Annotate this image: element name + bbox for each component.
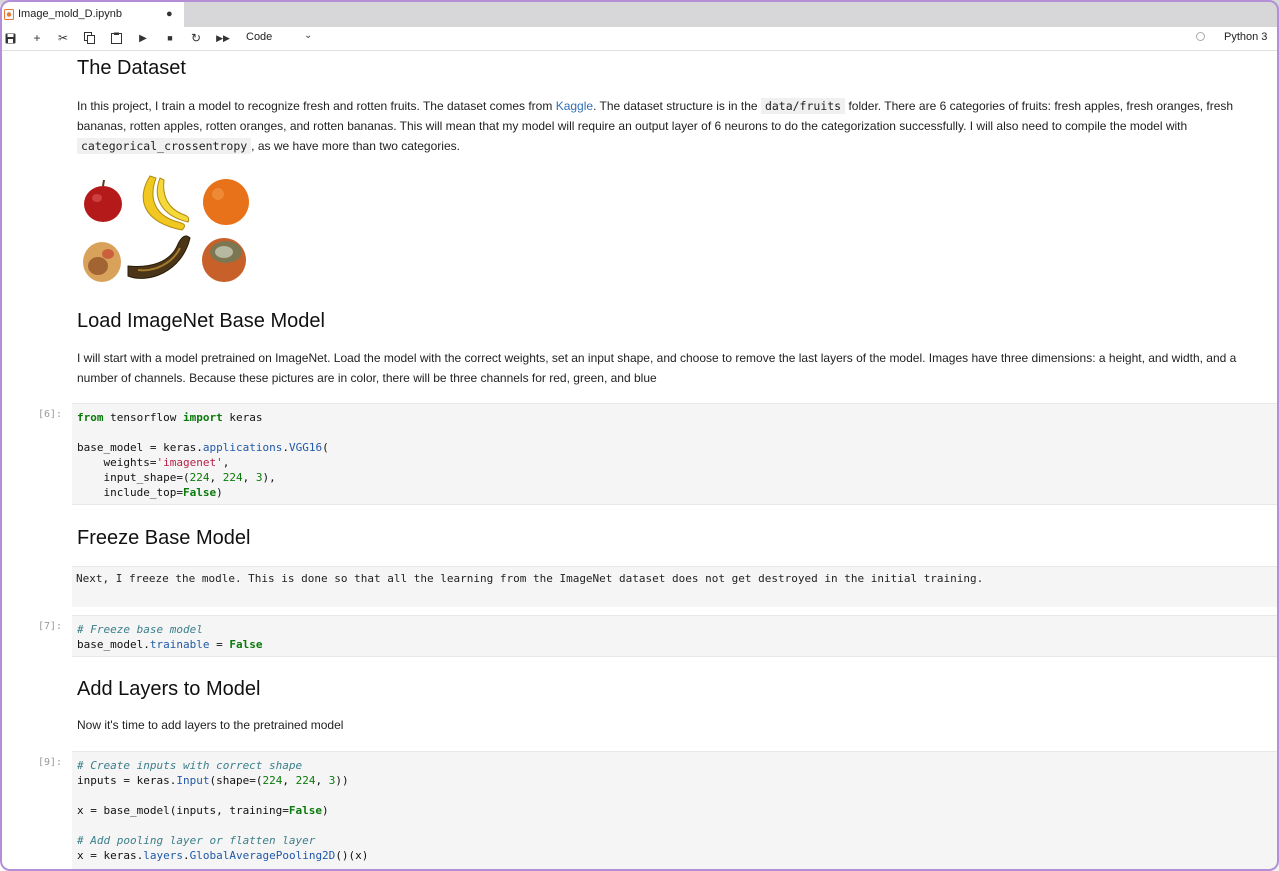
code-cell-load-model[interactable]: from tensorflow import keras base_model … xyxy=(72,403,1279,505)
dataset-paragraph: In this project, I train a model to reco… xyxy=(77,96,1257,156)
load-model-paragraph: I will start with a model pretrained on … xyxy=(77,351,1237,385)
rotten-apple-icon xyxy=(83,242,121,282)
rotten-orange-icon xyxy=(202,238,246,282)
fresh-orange-icon xyxy=(203,179,249,225)
fresh-banana-icon xyxy=(142,175,190,231)
cut-icon[interactable]: ✂ xyxy=(55,30,71,46)
cell-prompt: [9]: xyxy=(38,757,63,768)
tab-bar: Image_mold_D.ipynb ● xyxy=(0,0,1279,27)
fruits-image xyxy=(83,175,249,282)
kernel-status-icon xyxy=(1196,32,1205,41)
text-span: In this project, I train a model to reco… xyxy=(77,99,556,113)
heading-add-layers: Add Layers to Model xyxy=(77,678,261,700)
cell-prompt: [7]: xyxy=(38,621,63,632)
tab-title: Image_mold_D.ipynb xyxy=(18,8,122,20)
chevron-down-icon[interactable]: ⌄ xyxy=(304,30,312,41)
add-layers-paragraph: Now it's time to add layers to the pretr… xyxy=(77,718,344,732)
stop-icon[interactable]: ■ xyxy=(162,30,178,46)
code-cell-freeze[interactable]: # Freeze base model base_model.trainable… xyxy=(72,615,1279,657)
raw-cell-freeze-note[interactable]: Next, I freeze the modle. This is done s… xyxy=(72,566,1279,607)
rotten-banana-icon xyxy=(127,235,191,279)
unsaved-indicator-icon[interactable]: ● xyxy=(166,9,176,20)
add-cell-icon[interactable]: + xyxy=(29,30,45,46)
text-span: . The dataset structure is in the xyxy=(593,99,761,113)
raw-cell-text: Next, I freeze the modle. This is done s… xyxy=(76,572,984,585)
run-all-icon[interactable]: ▶▶ xyxy=(215,30,231,46)
inline-code-loss: categorical_crossentropy xyxy=(77,138,252,154)
cell-prompt: [6]: xyxy=(38,409,63,420)
paste-icon[interactable] xyxy=(108,30,124,46)
notebook-icon xyxy=(4,9,14,20)
run-icon[interactable]: ▶ xyxy=(135,30,151,46)
kaggle-link[interactable]: Kaggle xyxy=(556,99,593,113)
notebook-content: The Dataset In this project, I train a m… xyxy=(0,51,1279,871)
code-cell-add-layers[interactable]: # Create inputs with correct shape input… xyxy=(72,751,1279,871)
heading-load-model: Load ImageNet Base Model xyxy=(77,310,325,332)
cell-type-select[interactable]: Code xyxy=(246,31,272,43)
heading-dataset: The Dataset xyxy=(77,57,186,79)
save-icon[interactable] xyxy=(2,30,18,46)
heading-freeze-model: Freeze Base Model xyxy=(77,527,251,549)
notebook-toolbar: + ✂ ▶ ■ ↻ ▶▶ Code ⌄ Python 3 xyxy=(0,27,1279,51)
text-span: , as we have more than two categories. xyxy=(251,139,460,153)
restart-icon[interactable]: ↻ xyxy=(188,30,204,46)
fresh-apple-icon xyxy=(84,179,122,222)
copy-icon[interactable] xyxy=(81,30,97,46)
kernel-name[interactable]: Python 3 xyxy=(1224,31,1267,43)
inline-code-path: data/fruits xyxy=(760,98,846,114)
notebook-tab[interactable]: Image_mold_D.ipynb ● xyxy=(0,2,184,27)
